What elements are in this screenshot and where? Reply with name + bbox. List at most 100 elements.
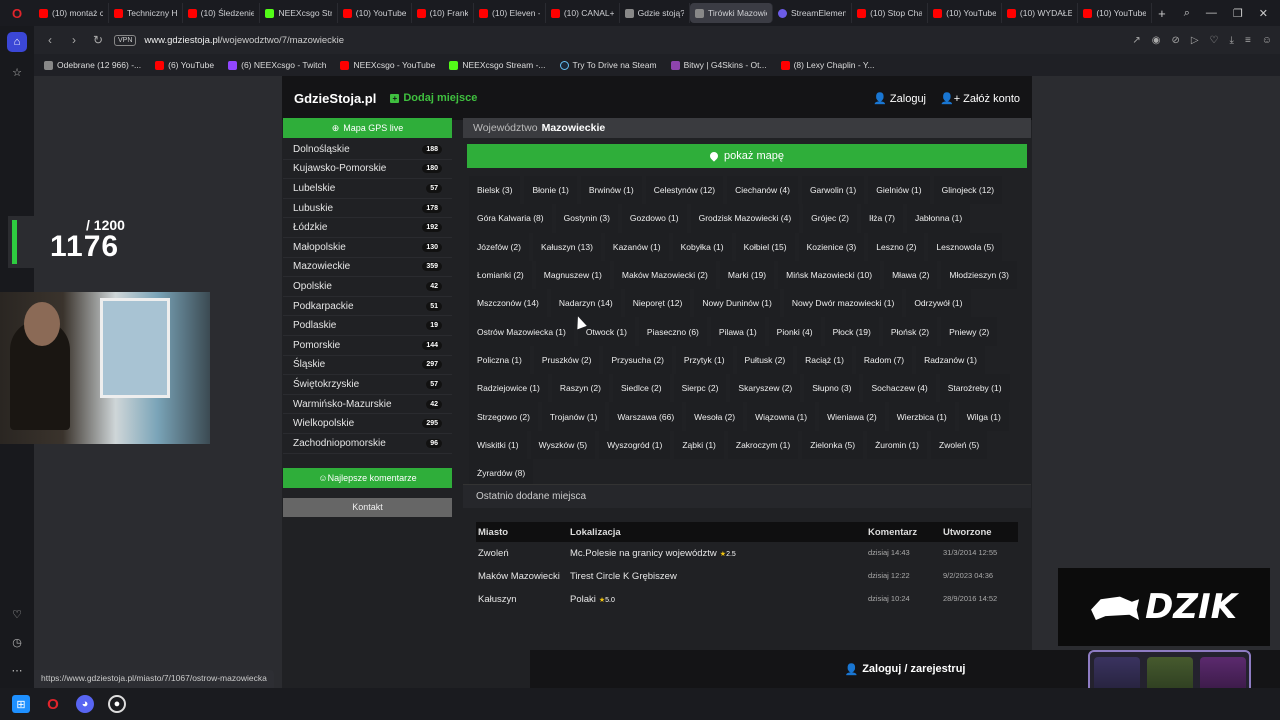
city-link[interactable]: Wesoła (2) [686, 402, 744, 431]
table-row[interactable]: Maków Mazowiecki Tirest Circle K Grębisze… [476, 565, 1018, 588]
city-link[interactable]: Wieniawa (2) [819, 402, 885, 431]
add-place-link[interactable]: + Dodaj miejsce [390, 92, 477, 104]
city-link[interactable]: Strzegowo (2) [469, 402, 538, 431]
share-icon[interactable]: ↗ [1132, 35, 1140, 46]
city-link[interactable]: Kobyłka (1) [672, 232, 732, 261]
city-link[interactable]: Ząbki (1) [674, 430, 724, 459]
table-row[interactable]: Zwoleń Mc.Polesie na granicy województw ★2… [476, 542, 1018, 565]
city-link[interactable]: Celestynów (12) [645, 176, 724, 205]
table-row[interactable]: Kałuszyn Polaki ★5.0 dzisiaj 10:24 28/9/2016… [476, 588, 1018, 611]
menu-icon[interactable]: ≡ [1245, 35, 1251, 46]
region-item[interactable]: Opolskie 42 [283, 277, 452, 297]
city-link[interactable]: Wierzbica (1) [888, 402, 955, 431]
city-link[interactable]: Łomianki (2) [469, 260, 532, 290]
obs-taskbar-icon[interactable]: ● [108, 695, 126, 713]
city-link[interactable]: Pilawa (1) [710, 317, 765, 346]
city-link[interactable]: Płońsk (2) [882, 317, 938, 346]
city-link[interactable]: Trojanów (1) [541, 402, 606, 431]
opera-taskbar-icon[interactable]: O [44, 695, 62, 713]
location-link[interactable]: Mc.Polesie na granicy województw [570, 548, 717, 559]
browser-tab[interactable]: (10) WYDAŁE [1002, 3, 1079, 23]
region-item[interactable]: Mazowieckie 359 [283, 258, 452, 278]
close-icon[interactable]: ✕ [1259, 7, 1268, 20]
region-item[interactable]: Lubelskie 57 [283, 179, 452, 199]
best-comments-button[interactable]: ☺ Najlepsze komentarze [283, 467, 452, 488]
city-link[interactable]: Młodzieszyn (3) [941, 260, 1017, 290]
city-link[interactable]: Garwolin (1) [801, 176, 865, 205]
region-item[interactable]: Lubuskie 178 [283, 199, 452, 219]
show-map-button[interactable]: pokaż mapę [467, 144, 1027, 168]
browser-tab[interactable]: Techniczny H [109, 3, 183, 23]
city-link[interactable]: Kołbiel (15) [735, 232, 795, 261]
city-link[interactable]: Raciąż (1) [797, 345, 852, 375]
gps-map-button[interactable]: ⊕ Mapa GPS live [283, 118, 452, 138]
city-link[interactable]: Wilga (1) [958, 402, 1009, 431]
more-icon[interactable]: ⋯ [7, 660, 27, 680]
city-link[interactable]: Grójec (2) [803, 204, 857, 233]
bookmark-heart-icon[interactable]: ♡ [1210, 35, 1219, 46]
city-link[interactable]: Grodzisk Mazowiecki (4) [690, 204, 800, 233]
city-link[interactable]: Radzanów (1) [916, 345, 985, 375]
city-link[interactable]: Bielsk (3) [469, 176, 521, 205]
browser-tab[interactable]: Tirówki Mazowieckie - [690, 3, 773, 23]
new-tab-button[interactable]: + [1152, 6, 1172, 21]
region-item[interactable]: Warmińsko-Mazurskie 42 [283, 395, 452, 415]
city-link[interactable]: Radom (7) [855, 345, 913, 375]
city-link[interactable]: Gostynin (3) [555, 204, 618, 233]
city-link[interactable]: Nadarzyn (14) [550, 289, 621, 318]
city-link[interactable]: Góra Kalwaria (8) [469, 204, 552, 233]
play-icon[interactable]: ▷ [1191, 35, 1199, 46]
forward-icon[interactable]: › [66, 33, 82, 47]
bookmark-item[interactable]: (8) Lexy Chaplin - Y... [780, 60, 875, 70]
city-link[interactable]: Mińsk Mazowiecki (10) [778, 260, 881, 290]
city-link[interactable]: Sochaczew (4) [863, 374, 936, 403]
city-link[interactable]: Iłża (7) [860, 204, 903, 233]
city-link[interactable]: Nieporęt (12) [624, 289, 691, 318]
browser-tab[interactable]: (10) Śledzenie [183, 3, 261, 23]
home-icon[interactable]: ⌂ [7, 32, 27, 52]
city-link[interactable]: Odrzywół (1) [906, 289, 971, 318]
site-logo[interactable]: GdzieStoja.pl [294, 91, 376, 106]
bookmark-item[interactable]: Odebrane (12 966) -... [44, 60, 141, 70]
discord-taskbar-icon[interactable]: ◕ [76, 695, 94, 713]
city-link[interactable]: Błonie (1) [524, 176, 577, 205]
city-link[interactable]: Sierpc (2) [673, 374, 727, 403]
region-item[interactable]: Łódzkie 192 [283, 218, 452, 238]
adblock-icon[interactable]: ⊘ [1171, 35, 1179, 46]
bookmark-item[interactable]: Try To Drive na Steam [559, 60, 657, 70]
heart-icon[interactable]: ♡ [7, 604, 27, 624]
city-link[interactable]: Leszno (2) [868, 232, 925, 261]
city-link[interactable]: Przytyk (1) [675, 345, 733, 375]
city-link[interactable]: Gielniów (1) [868, 176, 930, 205]
city-link[interactable]: Zakroczym (1) [727, 430, 799, 459]
city-link[interactable]: Wyszogród (1) [599, 430, 671, 459]
browser-tab[interactable]: Gdzie stoją? [620, 3, 691, 23]
region-item[interactable]: Śląskie 297 [283, 356, 452, 376]
city-link[interactable]: Kałuszyn (13) [532, 232, 601, 261]
city-link[interactable]: Mszczonów (14) [469, 289, 547, 318]
city-link[interactable]: Zwoleń (5) [931, 430, 988, 459]
reload-icon[interactable]: ↻ [90, 33, 106, 47]
download-icon[interactable]: ⤓ [1230, 35, 1234, 46]
star-icon[interactable]: ☆ [7, 62, 27, 82]
browser-tab[interactable]: StreamElemen [773, 3, 853, 23]
location-link[interactable]: Polaki [570, 594, 596, 605]
city-link[interactable]: Warszawa (66) [609, 402, 683, 431]
region-item[interactable]: Świętokrzyskie 57 [283, 375, 452, 395]
city-link[interactable]: Przysucha (2) [603, 345, 672, 375]
city-link[interactable]: Żuromin (1) [867, 430, 928, 459]
city-link[interactable]: Siedlce (2) [612, 374, 670, 403]
vpn-badge[interactable]: VPN [114, 34, 137, 46]
maximize-icon[interactable]: ❐ [1233, 7, 1243, 20]
camera-icon[interactable]: ◉ [1152, 35, 1161, 46]
bookmark-item[interactable]: Bitwy | G4Skins - Ot... [670, 60, 767, 70]
browser-tab[interactable]: (10) YouTube [338, 3, 412, 23]
city-link[interactable]: Pionki (4) [768, 317, 821, 346]
city-link[interactable]: Staroźreby (1) [939, 374, 1010, 403]
city-link[interactable]: Ostrów Mazowiecka (1) [469, 317, 574, 346]
location-link[interactable]: Tirest Circle K Grębiszew [570, 571, 677, 582]
region-item[interactable]: Wielkopolskie 295 [283, 414, 452, 434]
search-icon[interactable]: ⌕ [1184, 7, 1190, 20]
city-link[interactable]: Marki (19) [719, 260, 775, 290]
city-link[interactable]: Magnuszew (1) [535, 260, 610, 290]
